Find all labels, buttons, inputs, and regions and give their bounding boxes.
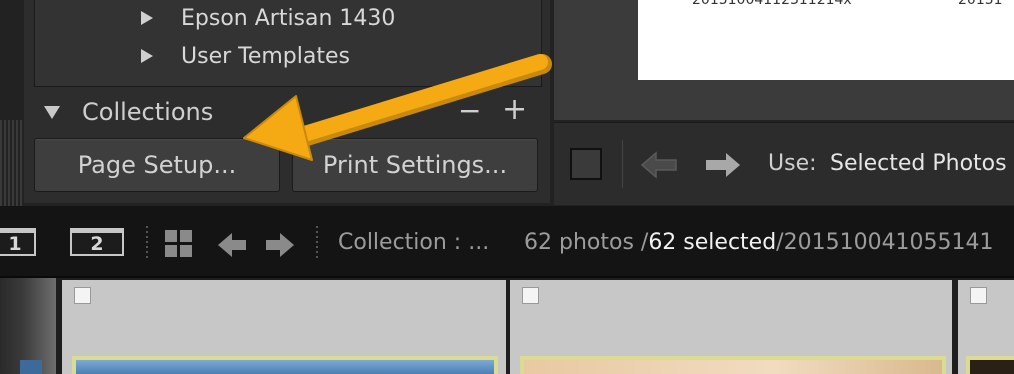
page-setup-button[interactable]: Page Setup... [34, 138, 280, 192]
page-view-checkbox[interactable] [570, 148, 602, 180]
use-label: Use: [768, 151, 817, 176]
print-settings-button[interactable]: Print Settings... [292, 138, 538, 192]
current-filename: /201510041055141 [776, 230, 994, 255]
photo-thumbnail[interactable] [966, 356, 1014, 374]
template-folder-user[interactable]: User Templates [141, 38, 350, 74]
photo-checkbox[interactable] [970, 287, 987, 304]
primary-display-button[interactable]: 1 [0, 228, 36, 256]
secondary-display-button[interactable]: 2 [70, 228, 124, 256]
template-browser: Epson Artisan 1430 User Templates [34, 0, 542, 87]
previous-image-icon[interactable] [216, 230, 256, 260]
template-folder-epson[interactable]: Epson Artisan 1430 [141, 0, 395, 36]
filmstrip-source[interactable]: Collection : ... [338, 230, 489, 255]
photo-checkbox[interactable] [522, 287, 539, 304]
expand-triangle-icon[interactable] [141, 11, 153, 25]
use-selection-dropdown[interactable]: Selected Photos [830, 151, 1007, 176]
toolbar-divider [622, 140, 623, 188]
add-collection-button[interactable]: + [502, 94, 527, 124]
grid-view-icon[interactable] [164, 229, 194, 259]
panel-resize-grip[interactable] [0, 120, 22, 206]
collections-title: Collections [82, 98, 214, 124]
filmstrip-status: 62 photos /62 selected/201510041055141 [524, 230, 994, 255]
page-filename: 20151 [958, 0, 1003, 8]
photo-thumbnail[interactable] [72, 356, 498, 374]
remove-collection-button[interactable]: − [458, 94, 481, 124]
previous-page-icon[interactable] [640, 150, 680, 180]
collapse-triangle-icon[interactable] [44, 106, 60, 119]
thumbnail-edge [20, 360, 42, 374]
template-folder-label: Epson Artisan 1430 [181, 5, 396, 31]
photo-thumbnail[interactable] [520, 356, 946, 374]
photo-checkbox[interactable] [74, 287, 91, 304]
next-image-icon[interactable] [262, 230, 302, 260]
print-page-preview [638, 0, 1014, 80]
next-page-icon[interactable] [702, 150, 742, 180]
photo-count: 62 photos / [524, 230, 649, 255]
collections-panel-header[interactable]: Collections − + [34, 94, 540, 124]
expand-triangle-icon[interactable] [141, 49, 153, 63]
divider [316, 226, 318, 258]
template-folder-label: User Templates [181, 43, 350, 69]
divider [146, 226, 148, 258]
page-filename: 20151004112311214x [692, 0, 852, 8]
selected-count: 62 selected [648, 230, 777, 255]
